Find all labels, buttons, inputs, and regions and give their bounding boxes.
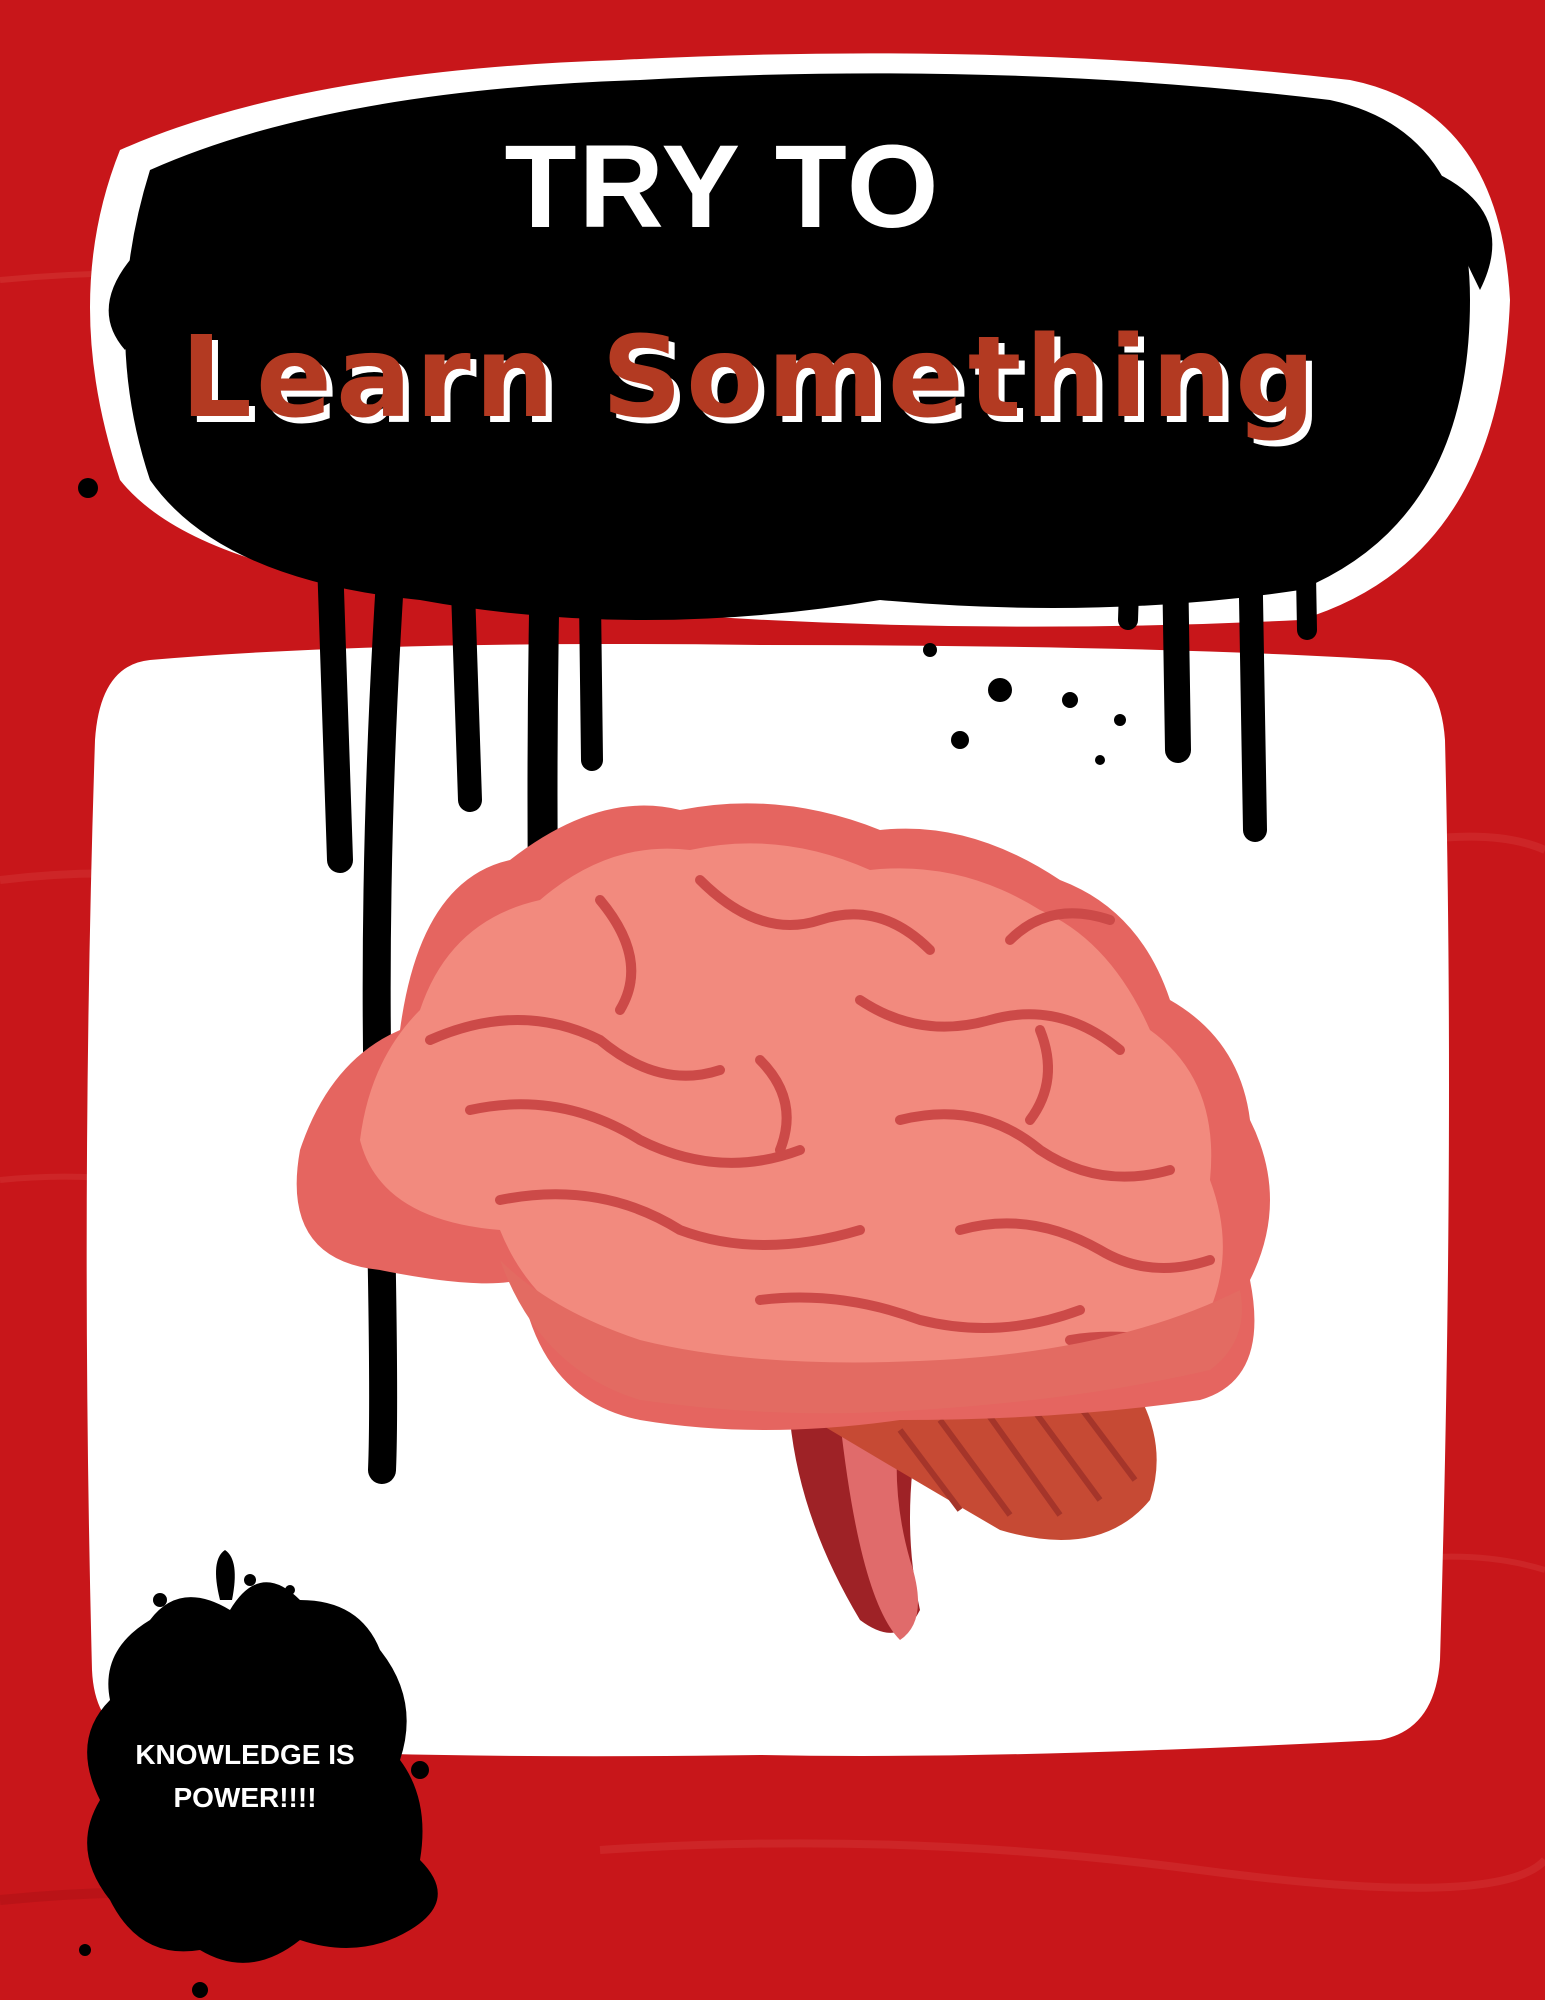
poster-artwork [0,0,1545,2000]
title-line-1: TRY TO [504,121,941,253]
title-line-2: Learn Something [180,313,1320,443]
poster: TRY TO Learn Something KNOWLEDGE IS POWE… [0,0,1545,2000]
tagline: KNOWLEDGE IS POWER!!!! [135,1739,355,1814]
